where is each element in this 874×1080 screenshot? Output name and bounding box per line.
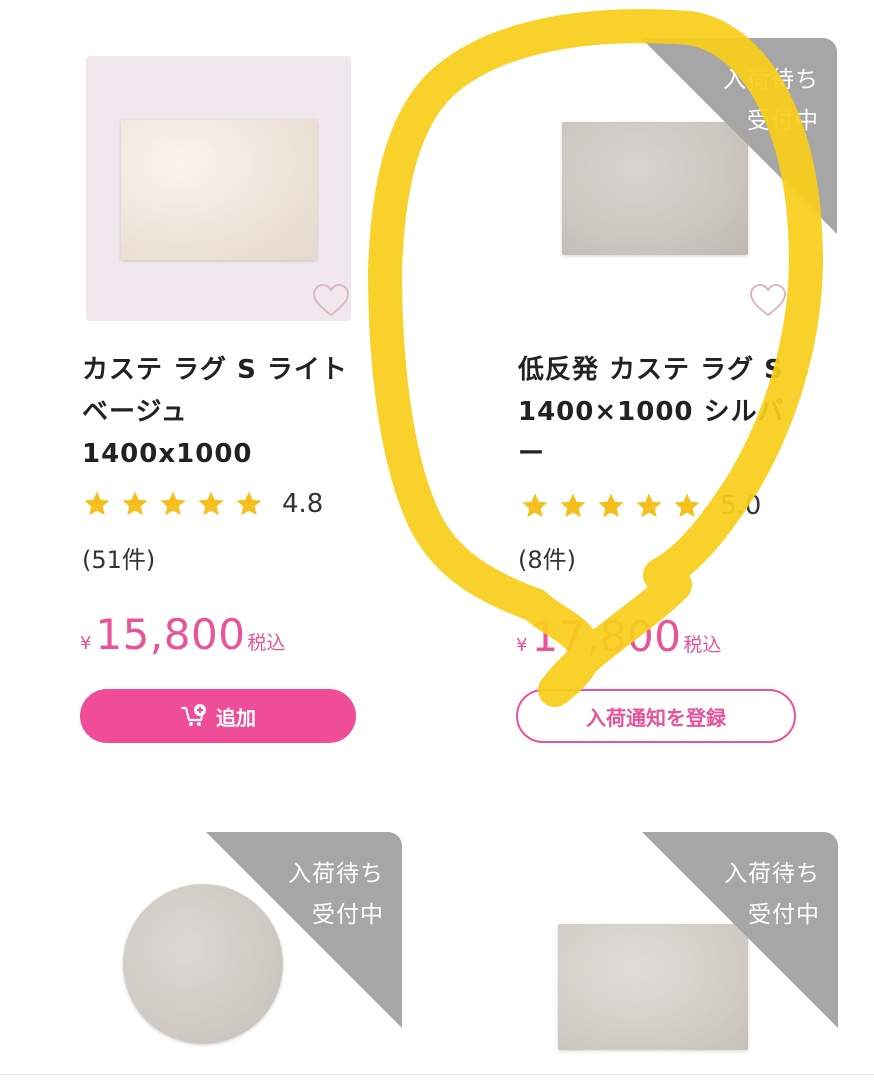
yen-symbol: ¥ (80, 633, 92, 654)
price: ¥ 15,800 税込 (80, 610, 285, 659)
restock-ribbon: 入荷待ち 受付中 (206, 832, 402, 1028)
star-icon (198, 491, 224, 516)
favorite-heart-icon[interactable] (311, 281, 351, 321)
add-to-cart-button[interactable]: 追加 (80, 689, 356, 743)
rating-value: 5.0 (720, 491, 762, 521)
product-title[interactable]: 低反発 カステ ラグ S 1400×1000 シルバー (518, 349, 803, 475)
star-icon (674, 493, 700, 518)
star-icon (560, 493, 586, 518)
bottom-divider (0, 1074, 874, 1075)
review-count: (8件) (518, 546, 576, 574)
star-icon (522, 493, 548, 518)
ribbon-line: 受付中 (748, 902, 820, 928)
price-amount: 17,800 (531, 612, 682, 661)
price: ¥ 17,800 税込 (516, 612, 721, 661)
restock-ribbon: 入荷待ち 受付中 (642, 832, 838, 1028)
yen-symbol: ¥ (516, 635, 528, 656)
ribbon-line: 入荷待ち (288, 861, 384, 887)
review-count: (51件) (82, 546, 156, 574)
star-icon (636, 493, 662, 518)
restock-ribbon: 入荷待ち 受付中 (641, 38, 837, 234)
ribbon-line: 受付中 (747, 108, 819, 134)
notify-button-label: 入荷通知を登録 (586, 705, 726, 730)
favorite-heart-icon[interactable] (748, 281, 788, 321)
tax-label: 税込 (247, 632, 286, 654)
star-icon (84, 491, 110, 516)
rating-stars: 4.8 (82, 489, 323, 519)
price-amount: 15,800 (95, 610, 246, 659)
ribbon-line: 受付中 (312, 902, 384, 928)
cart-plus-icon (180, 704, 206, 726)
star-icon (598, 493, 624, 518)
ribbon-line: 入荷待ち (723, 67, 819, 93)
product-title[interactable]: カステ ラグ S ライトベージュ 1400x1000 (82, 349, 367, 475)
restock-notify-button[interactable]: 入荷通知を登録 (516, 689, 796, 743)
rug-image (121, 120, 317, 260)
add-button-label: 追加 (216, 705, 256, 730)
rating-stars: 5.0 (520, 491, 761, 521)
star-icon (122, 491, 148, 516)
star-icon (236, 491, 262, 516)
star-icon (160, 491, 186, 516)
rating-value: 4.8 (282, 489, 324, 519)
tax-label: 税込 (683, 634, 722, 656)
ribbon-line: 入荷待ち (724, 861, 820, 887)
